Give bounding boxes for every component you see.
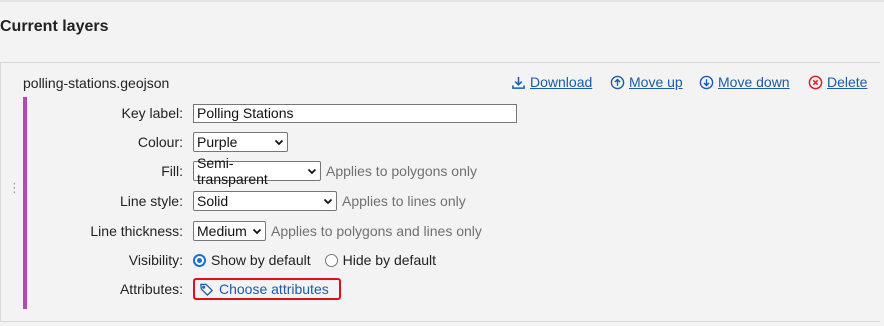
chevron-down-icon <box>323 198 333 205</box>
chevron-down-icon <box>252 228 262 235</box>
top-divider <box>0 0 884 2</box>
key-label-row: Key label: Polling Stations <box>27 102 517 124</box>
download-label: Download <box>530 74 593 90</box>
delete-circle-icon <box>808 75 823 89</box>
visibility-hide-radio[interactable]: Hide by default <box>324 252 437 268</box>
tag-icon <box>200 283 214 296</box>
fill-label: Fill: <box>161 163 183 179</box>
colour-label: Colour: <box>137 134 183 150</box>
line-thickness-select-value: Medium <box>197 223 247 239</box>
visibility-row: Visibility: Show by default Hide by defa… <box>27 249 450 271</box>
move-down-link[interactable]: Move down <box>699 74 790 90</box>
visibility-label: Visibility: <box>128 252 183 268</box>
delete-link[interactable]: Delete <box>808 74 867 90</box>
download-link[interactable]: Download <box>511 74 592 90</box>
line-style-label: Line style: <box>119 193 183 209</box>
fill-select-value: Semi-transparent <box>197 155 268 187</box>
colour-row: Colour: Purple <box>27 131 288 153</box>
radio-unchecked-icon <box>324 253 338 267</box>
line-thickness-row: Line thickness: Medium Applies to polygo… <box>27 220 482 242</box>
section-title: Current layers <box>0 18 109 35</box>
visibility-hide-label: Hide by default <box>342 252 437 268</box>
move-up-label: Move up <box>629 74 683 90</box>
choose-attributes-link[interactable]: Choose attributes <box>193 278 341 300</box>
line-style-select-value: Solid <box>197 193 229 209</box>
radio-checked-icon <box>193 253 206 267</box>
chevron-down-icon <box>307 168 317 175</box>
attributes-row: Attributes: Choose attributes <box>27 278 341 300</box>
colour-select-value: Purple <box>197 134 238 150</box>
layer-filename: polling-stations.geojson <box>23 75 170 91</box>
fill-hint: Applies to polygons only <box>326 163 477 179</box>
arrow-up-circle-icon <box>610 75 625 89</box>
layer-panel: polling-stations.geojson Download Move u… <box>0 62 880 322</box>
visibility-show-radio[interactable]: Show by default <box>193 252 311 268</box>
fill-row: Fill: Semi-transparent Applies to polygo… <box>27 155 477 187</box>
choose-attributes-label: Choose attributes <box>219 281 329 297</box>
attributes-label: Attributes: <box>119 281 183 297</box>
key-label-label: Key label: <box>121 105 183 121</box>
move-down-label: Move down <box>718 74 790 90</box>
move-up-link[interactable]: Move up <box>610 74 683 90</box>
line-style-select[interactable]: Solid <box>193 191 337 211</box>
key-label-input[interactable]: Polling Stations <box>193 103 517 123</box>
line-thickness-hint: Applies to polygons and lines only <box>271 223 482 239</box>
fill-select[interactable]: Semi-transparent <box>193 155 321 187</box>
delete-label: Delete <box>827 74 868 90</box>
chevron-down-icon <box>274 139 284 146</box>
colour-select[interactable]: Purple <box>193 132 288 152</box>
line-thickness-select[interactable]: Medium <box>193 221 266 241</box>
line-style-hint: Applies to lines only <box>342 193 466 209</box>
download-icon <box>512 76 525 89</box>
arrow-down-circle-icon <box>699 75 714 89</box>
line-style-row: Line style: Solid Applies to lines only <box>27 190 466 212</box>
line-thickness-label: Line thickness: <box>90 223 183 239</box>
visibility-show-label: Show by default <box>211 252 311 268</box>
